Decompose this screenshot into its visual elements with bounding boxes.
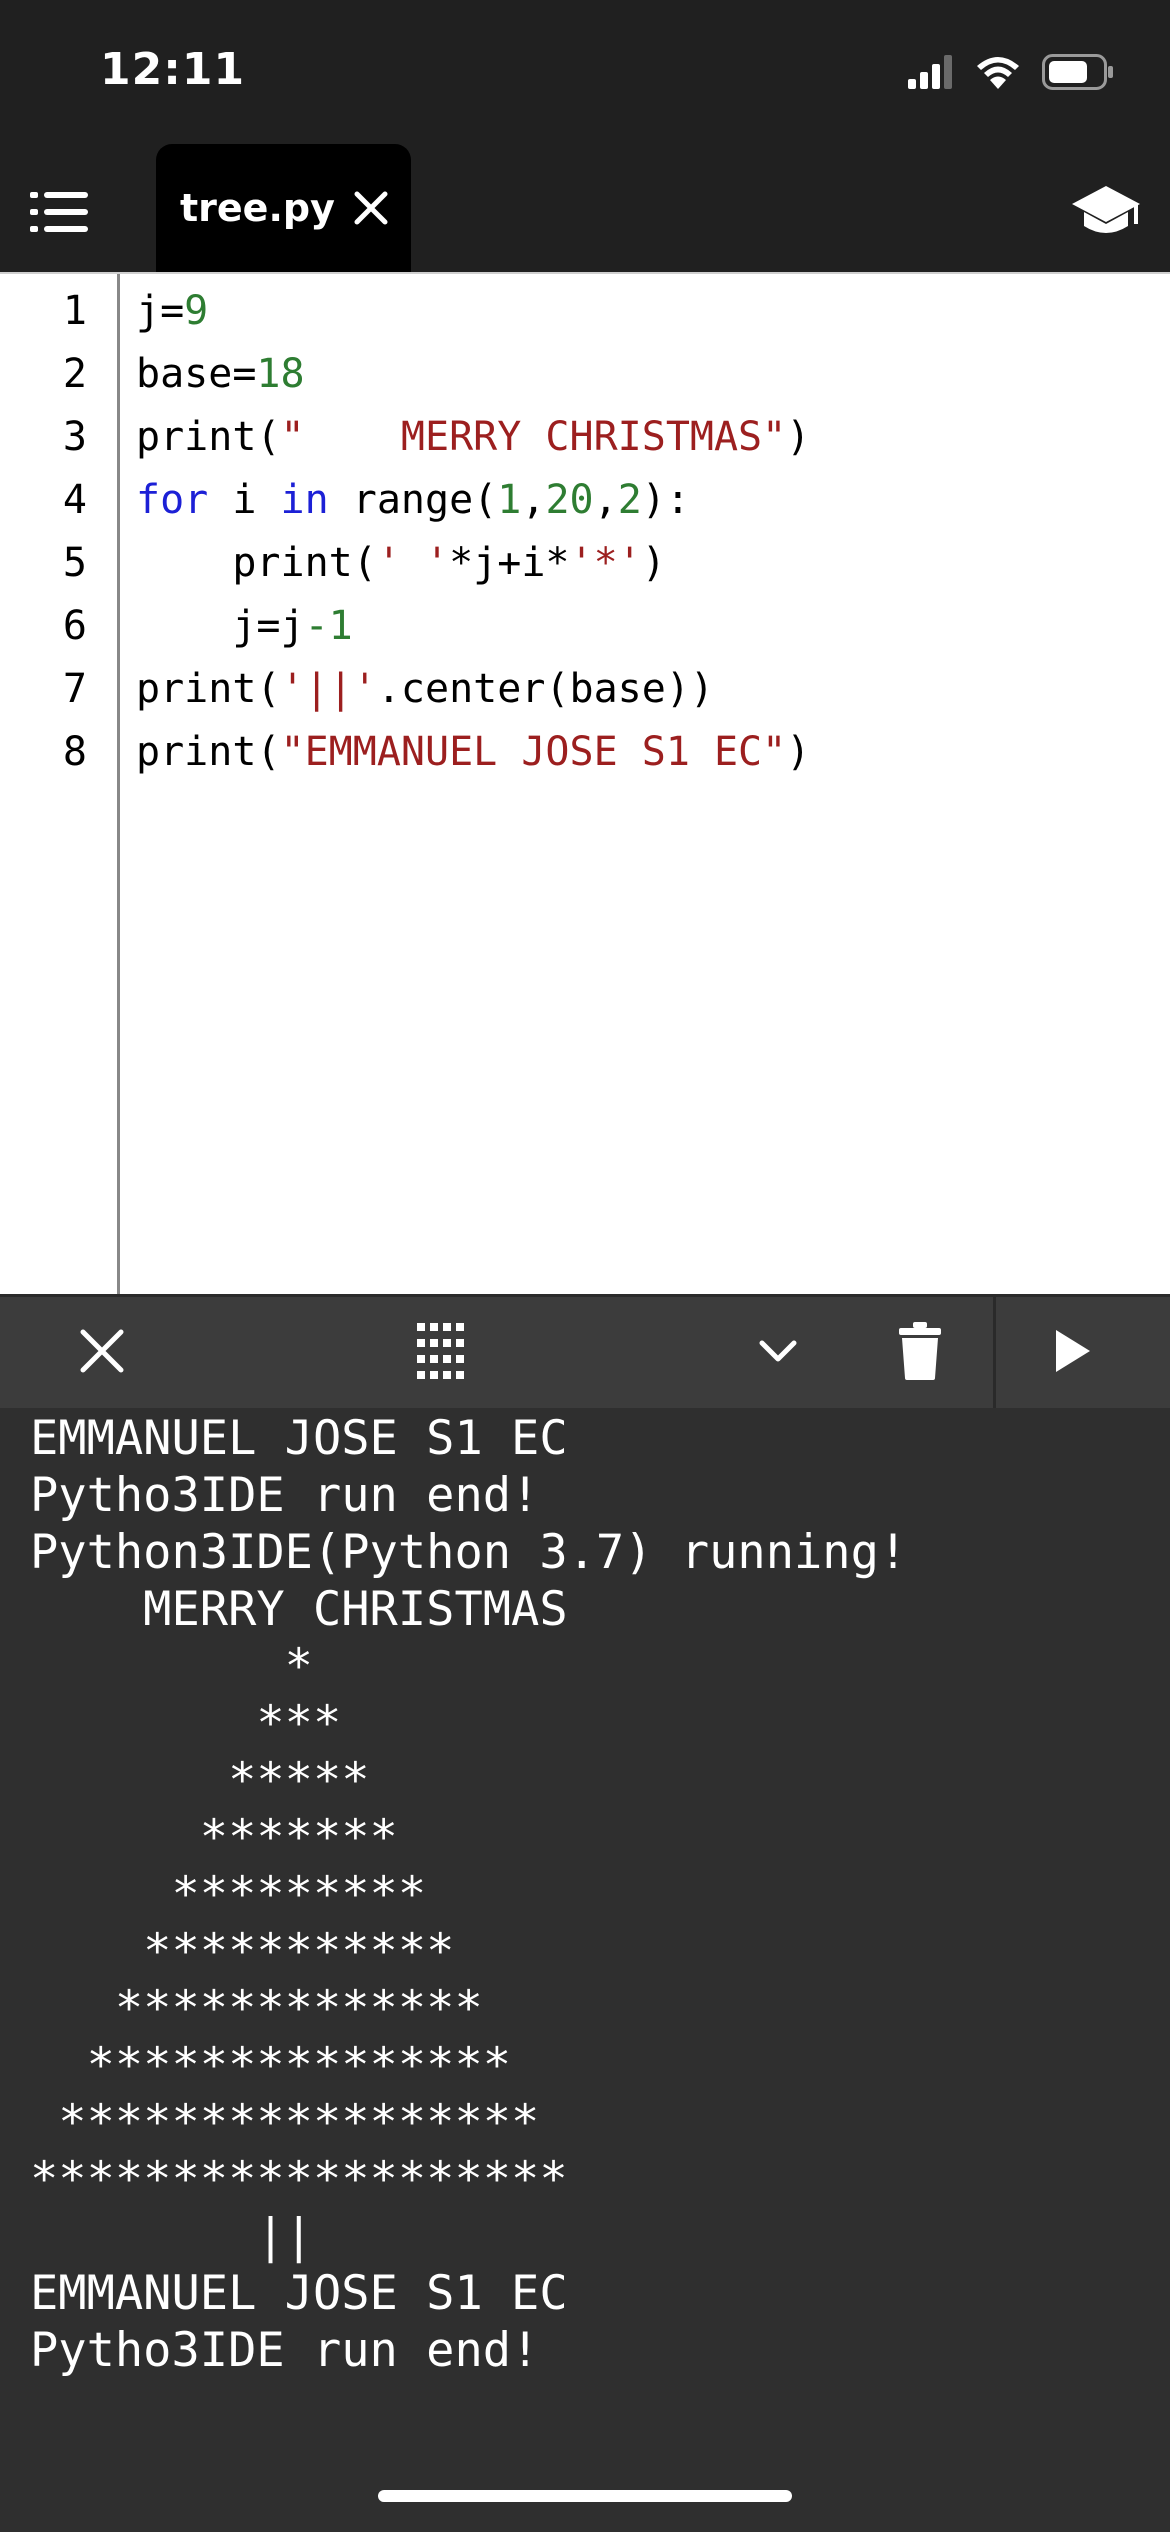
code-token: " MERRY CHRISTMAS"	[280, 414, 787, 460]
code-token: print(	[136, 414, 281, 460]
code-token: *j+i*	[449, 540, 570, 586]
code-token: '*'	[569, 540, 642, 586]
chevron-down-icon	[758, 1338, 798, 1368]
code-token: in	[280, 477, 329, 523]
battery-icon	[1042, 54, 1114, 94]
close-icon[interactable]	[353, 190, 389, 226]
console-line: ||	[30, 2209, 313, 2264]
code-editor[interactable]: 12345678 j=9 base=18 print(" MERRY CHRISTM…	[0, 272, 1170, 1294]
run-button[interactable]	[1020, 1297, 1124, 1408]
line-number: 1	[62, 288, 87, 334]
home-indicator[interactable]	[378, 2490, 792, 2502]
console-line: Pytho3IDE run end!	[30, 2323, 540, 2378]
play-icon	[1052, 1328, 1092, 1378]
console-line: *******************	[30, 2152, 568, 2207]
console-toolbar	[0, 1294, 1170, 1408]
clear-console-button[interactable]	[868, 1297, 972, 1408]
code-line[interactable]: j=9	[136, 280, 208, 343]
console-line: *****	[30, 1753, 370, 1808]
trash-icon	[899, 1321, 941, 1384]
console-line: *********	[30, 1867, 427, 1922]
code-token: print(	[136, 540, 377, 586]
code-token: .center(base))	[376, 666, 714, 712]
console-line: ***	[30, 1696, 342, 1751]
console-line: ***************	[30, 2038, 512, 2093]
code-token: ' '	[376, 540, 450, 586]
code-token: -1	[304, 603, 353, 649]
tab-tree-py[interactable]: tree.py	[156, 144, 411, 272]
console-line: *************	[30, 1981, 483, 2036]
line-number: 8	[62, 729, 87, 775]
close-icon	[79, 1328, 125, 1378]
code-token: print(	[136, 666, 281, 712]
console-output[interactable]: EMMANUEL JOSE S1 EC Pytho3IDE run end! Pyt…	[0, 1408, 1170, 2532]
line-number-gutter: 1 2 3 4 5 6 7 8	[0, 274, 120, 1294]
code-line[interactable]: print('||'.center(base))	[136, 658, 714, 721]
console-line: *******	[30, 1810, 398, 1865]
cellular-signal-icon	[908, 55, 954, 93]
code-token: range(	[328, 477, 498, 523]
code-token: j=j	[136, 603, 305, 649]
code-line[interactable]: j=j-1	[136, 595, 353, 658]
console-line: EMMANUEL JOSE S1 EC	[30, 2266, 568, 2321]
line-number: 3	[62, 414, 87, 460]
keyboard-button[interactable]	[388, 1297, 492, 1408]
code-token: i	[208, 477, 281, 523]
code-token: 18	[256, 351, 305, 397]
code-line[interactable]: print(" MERRY CHRISTMAS")	[136, 406, 810, 469]
graduation-cap-icon[interactable]	[1068, 174, 1144, 250]
close-console-button[interactable]	[50, 1297, 154, 1408]
console-line: EMMANUEL JOSE S1 EC	[30, 1411, 568, 1466]
list-icon[interactable]	[28, 180, 92, 244]
status-bar: 12:11	[0, 0, 1170, 140]
code-token: )	[786, 414, 811, 460]
console-line: *	[30, 1639, 313, 1694]
code-token: ,	[521, 477, 546, 523]
code-line[interactable]: for i in range(1,20,2):	[136, 469, 690, 532]
code-token: base=	[136, 351, 257, 397]
code-token: for	[136, 477, 209, 523]
line-number: 6	[62, 603, 87, 649]
toolbar-divider	[993, 1297, 996, 1408]
tab-header: tree.py	[0, 140, 1170, 272]
code-token: ,	[593, 477, 618, 523]
tab-label: tree.py	[180, 186, 335, 230]
code-token: )	[786, 729, 811, 775]
console-line: *****************	[30, 2095, 540, 2150]
code-line[interactable]: print("EMMANUEL JOSE S1 EC")	[136, 721, 810, 784]
code-line[interactable]: base=18	[136, 343, 305, 406]
collapse-console-button[interactable]	[726, 1297, 830, 1408]
code-token: 9	[184, 288, 209, 334]
console-line: Pytho3IDE run end!	[30, 1468, 540, 1523]
status-icons	[908, 52, 1114, 96]
code-token: )	[641, 540, 666, 586]
console-line: MERRY CHRISTMAS	[30, 1582, 568, 1637]
code-token: 2	[617, 477, 642, 523]
status-time: 12:11	[100, 44, 246, 95]
code-token: ):	[641, 477, 690, 523]
code-line[interactable]: print(' '*j+i*'*')	[136, 532, 666, 595]
line-number: 5	[62, 540, 87, 586]
wifi-icon	[976, 55, 1020, 93]
code-token: "EMMANUEL JOSE S1 EC"	[280, 729, 787, 775]
keyboard-grid-icon	[415, 1321, 465, 1385]
code-token: j=	[136, 288, 185, 334]
console-line: Python3IDE(Python 3.7) running!	[30, 1525, 908, 1580]
code-token: '||'	[280, 666, 377, 712]
code-token: 1	[497, 477, 522, 523]
console-line: ***********	[30, 1924, 455, 1979]
line-number: 4	[62, 477, 87, 523]
code-token: 20	[545, 477, 594, 523]
line-number: 2	[62, 351, 87, 397]
line-number: 7	[62, 666, 87, 712]
code-token: print(	[136, 729, 281, 775]
